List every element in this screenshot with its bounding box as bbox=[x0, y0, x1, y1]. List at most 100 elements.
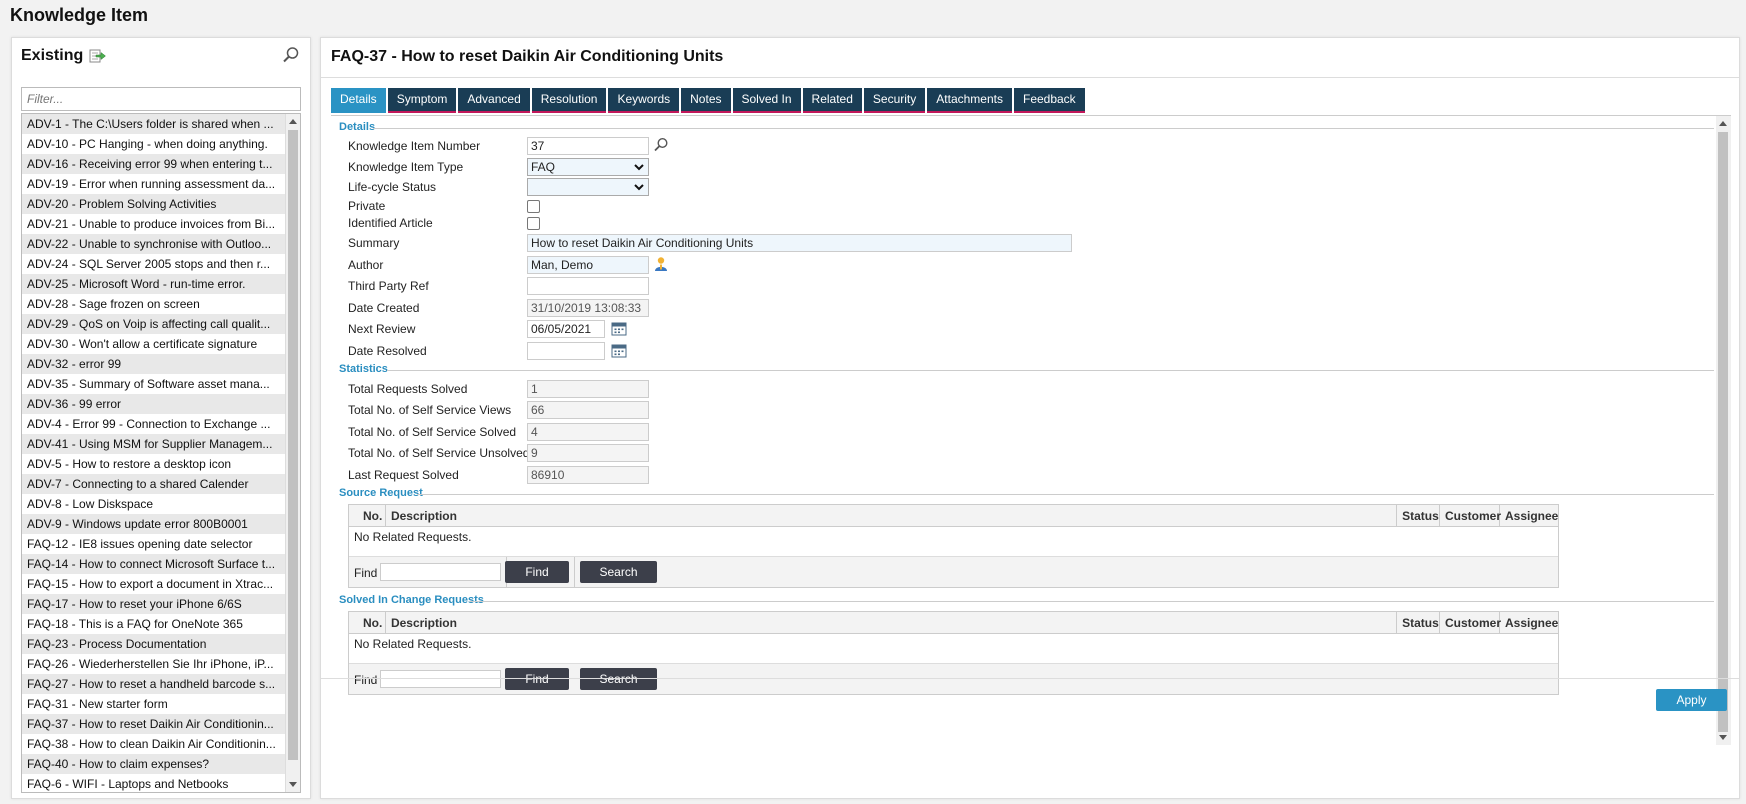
find-button[interactable]: Find bbox=[505, 668, 569, 690]
list-item[interactable]: FAQ-23 - Process Documentation bbox=[22, 634, 285, 654]
private-checkbox[interactable] bbox=[527, 200, 540, 213]
list-item[interactable]: ADV-32 - error 99 bbox=[22, 354, 285, 374]
tab-related[interactable]: Related bbox=[802, 88, 862, 113]
list-item[interactable]: FAQ-37 - How to reset Daikin Air Conditi… bbox=[22, 714, 285, 734]
list-item[interactable]: ADV-30 - Won't allow a certificate signa… bbox=[22, 334, 285, 354]
tab-resolution[interactable]: Resolution bbox=[531, 88, 607, 113]
apply-button[interactable]: Apply bbox=[1656, 689, 1727, 711]
scroll-down-icon[interactable] bbox=[289, 782, 297, 787]
col-customer[interactable]: Customer bbox=[1440, 612, 1501, 633]
tab-solved-in[interactable]: Solved In bbox=[732, 88, 801, 113]
list-item[interactable]: ADV-9 - Windows update error 800B0001 bbox=[22, 514, 285, 534]
resolved-field[interactable] bbox=[527, 342, 605, 360]
list-item[interactable]: FAQ-17 - How to reset your iPhone 6/6S bbox=[22, 594, 285, 614]
views-label: Total No. of Self Service Views bbox=[348, 403, 512, 417]
list-item[interactable]: FAQ-18 - This is a FAQ for OneNote 365 bbox=[22, 614, 285, 634]
col-description[interactable]: Description bbox=[386, 612, 1398, 633]
list-item[interactable]: ADV-25 - Microsoft Word - run-time error… bbox=[22, 274, 285, 294]
col-assignee[interactable]: Assignee bbox=[1500, 505, 1558, 526]
scroll-up-icon[interactable] bbox=[289, 119, 297, 124]
tab-symptom[interactable]: Symptom bbox=[387, 88, 457, 113]
list-item[interactable]: ADV-20 - Problem Solving Activities bbox=[22, 194, 285, 214]
tab-keywords[interactable]: Keywords bbox=[608, 88, 680, 113]
knowledge-number-field[interactable]: 37 bbox=[527, 137, 649, 155]
list-item[interactable]: FAQ-15 - How to export a document in Xtr… bbox=[22, 574, 285, 594]
existing-list: ADV-1 - The C:\Users folder is shared wh… bbox=[21, 113, 301, 793]
list-item[interactable]: FAQ-26 - Wiederherstellen Sie Ihr iPhone… bbox=[22, 654, 285, 674]
tab-feedback[interactable]: Feedback bbox=[1013, 88, 1085, 113]
calendar-icon[interactable] bbox=[611, 320, 627, 336]
content-scrollbar[interactable] bbox=[1716, 116, 1731, 745]
list-item[interactable]: FAQ-40 - How to claim expenses? bbox=[22, 754, 285, 774]
list-item[interactable]: FAQ-14 - How to connect Microsoft Surfac… bbox=[22, 554, 285, 574]
filter-input[interactable] bbox=[21, 87, 301, 111]
list-item[interactable]: ADV-28 - Sage frozen on screen bbox=[22, 294, 285, 314]
list-item[interactable]: FAQ-12 - IE8 issues opening date selecto… bbox=[22, 534, 285, 554]
thirdparty-field[interactable] bbox=[527, 277, 649, 295]
list-item[interactable]: ADV-7 - Connecting to a shared Calender bbox=[22, 474, 285, 494]
identified-checkbox[interactable] bbox=[527, 217, 540, 230]
list-item[interactable]: ADV-35 - Summary of Software asset mana.… bbox=[22, 374, 285, 394]
calendar-icon[interactable] bbox=[611, 342, 627, 358]
list-item[interactable]: ADV-24 - SQL Server 2005 stops and then … bbox=[22, 254, 285, 274]
col-assignee[interactable]: Assignee bbox=[1500, 612, 1558, 633]
tab-security[interactable]: Security bbox=[863, 88, 926, 113]
list-item[interactable]: ADV-21 - Unable to produce invoices from… bbox=[22, 214, 285, 234]
search-icon[interactable] bbox=[653, 137, 669, 153]
col-no[interactable]: No. bbox=[349, 505, 386, 526]
views-field: 66 bbox=[527, 401, 649, 419]
find-input[interactable] bbox=[380, 670, 501, 688]
list-item[interactable]: ADV-5 - How to restore a desktop icon bbox=[22, 454, 285, 474]
list-item[interactable]: ADV-41 - Using MSM for Supplier Managem.… bbox=[22, 434, 285, 454]
thirdparty-label: Third Party Ref bbox=[348, 279, 429, 293]
list-item[interactable]: ADV-10 - PC Hanging - when doing anythin… bbox=[22, 134, 285, 154]
last-solved-field: 86910 bbox=[527, 466, 649, 484]
scroll-thumb[interactable] bbox=[1718, 132, 1728, 732]
tab-advanced[interactable]: Advanced bbox=[458, 88, 530, 113]
list-item[interactable]: ADV-16 - Receiving error 99 when enterin… bbox=[22, 154, 285, 174]
list-item[interactable]: ADV-8 - Low Diskspace bbox=[22, 494, 285, 514]
col-customer[interactable]: Customer bbox=[1440, 505, 1501, 526]
divider bbox=[574, 557, 575, 587]
lifecycle-select[interactable] bbox=[527, 178, 649, 196]
list-item[interactable]: FAQ-27 - How to reset a handheld barcode… bbox=[22, 674, 285, 694]
col-status[interactable]: Status bbox=[1397, 505, 1440, 526]
list-scrollbar[interactable] bbox=[285, 114, 300, 792]
tab-details[interactable]: Details bbox=[331, 88, 386, 113]
list-item[interactable]: FAQ-6 - WIFI - Laptops and Netbooks bbox=[22, 774, 285, 792]
list-item[interactable]: ADV-4 - Error 99 - Connection to Exchang… bbox=[22, 414, 285, 434]
number-label: Knowledge Item Number bbox=[348, 139, 481, 153]
author-field[interactable]: Man, Demo bbox=[527, 256, 649, 274]
ss-unsolved-field: 9 bbox=[527, 444, 649, 462]
solved-label: Total Requests Solved bbox=[348, 382, 468, 396]
private-label: Private bbox=[348, 199, 386, 213]
summary-field[interactable]: How to reset Daikin Air Conditioning Uni… bbox=[527, 234, 1072, 252]
scroll-thumb[interactable] bbox=[288, 130, 298, 760]
col-no[interactable]: No. bbox=[349, 612, 386, 633]
list-item[interactable]: ADV-19 - Error when running assessment d… bbox=[22, 174, 285, 194]
search-button[interactable]: Search bbox=[580, 668, 657, 690]
tab-attachments[interactable]: Attachments bbox=[927, 88, 1012, 113]
col-status[interactable]: Status bbox=[1397, 612, 1440, 633]
section-source-title: Source Request bbox=[339, 487, 423, 499]
list-item[interactable]: FAQ-38 - How to clean Daikin Air Conditi… bbox=[22, 734, 285, 754]
search-button[interactable]: Search bbox=[580, 561, 657, 583]
scroll-up-icon[interactable] bbox=[1719, 121, 1727, 126]
find-input[interactable] bbox=[380, 563, 501, 581]
scroll-down-icon[interactable] bbox=[1719, 735, 1727, 740]
list-item[interactable]: ADV-29 - QoS on Voip is affecting call q… bbox=[22, 314, 285, 334]
type-select[interactable]: FAQ bbox=[527, 158, 649, 176]
export-icon[interactable] bbox=[89, 49, 107, 63]
list-item[interactable]: ADV-22 - Unable to synchronise with Outl… bbox=[22, 234, 285, 254]
section-details-title: Details bbox=[339, 121, 376, 133]
list-item[interactable]: ADV-36 - 99 error bbox=[22, 394, 285, 414]
find-button[interactable]: Find bbox=[505, 561, 569, 583]
col-description[interactable]: Description bbox=[386, 505, 1398, 526]
list-item[interactable]: ADV-1 - The C:\Users folder is shared wh… bbox=[22, 114, 285, 134]
nextreview-field[interactable]: 06/05/2021 bbox=[527, 320, 605, 338]
list-item[interactable]: FAQ-31 - New starter form bbox=[22, 694, 285, 714]
search-icon[interactable] bbox=[282, 46, 300, 64]
type-label: Knowledge Item Type bbox=[348, 160, 464, 174]
tab-notes[interactable]: Notes bbox=[681, 88, 731, 113]
user-icon[interactable] bbox=[653, 256, 669, 272]
